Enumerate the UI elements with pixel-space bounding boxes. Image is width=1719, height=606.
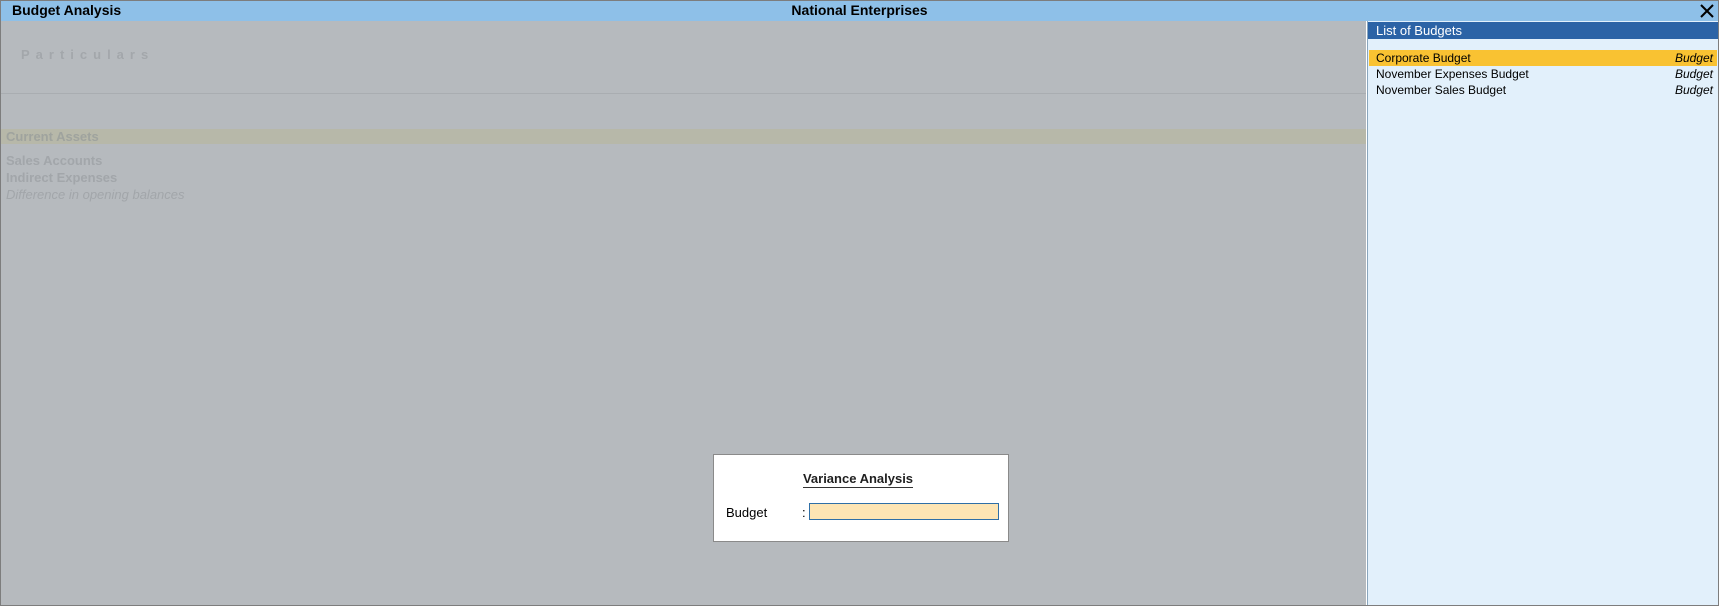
list-item-name: November Expenses Budget [1376, 67, 1529, 81]
report-body: Particulars Current Assets Sales Account… [1, 21, 1366, 605]
column-header-particulars: Particulars [21, 47, 155, 62]
list-item-type: Budget [1674, 67, 1713, 81]
variance-analysis-dialog: Variance Analysis Budget : [713, 454, 1009, 542]
list-item-name: November Sales Budget [1376, 83, 1507, 97]
close-icon[interactable] [1698, 2, 1716, 20]
list-of-budgets-panel: List of Budgets Corporate Budget Budget … [1367, 21, 1718, 605]
budget-input[interactable] [809, 503, 999, 520]
list-item-corporate-budget[interactable]: Corporate Budget Budget [1369, 50, 1717, 66]
list-item-type: Budget [1674, 51, 1713, 65]
app-window: Budget Analysis National Enterprises Par… [0, 0, 1719, 606]
list-item-november-sales-budget[interactable]: November Sales Budget Budget [1369, 82, 1717, 98]
dialog-title-wrap: Variance Analysis [714, 471, 1008, 488]
list-item-november-expenses-budget[interactable]: November Expenses Budget Budget [1369, 66, 1717, 82]
dialog-title: Variance Analysis [802, 471, 914, 488]
budget-separator: : [802, 505, 806, 520]
title-bar: Budget Analysis National Enterprises [1, 1, 1718, 21]
report-row-indirect-expenses[interactable]: Indirect Expenses [1, 170, 1366, 185]
list-panel-title: List of Budgets [1368, 22, 1718, 39]
report-row-opening-difference: Difference in opening balances [6, 187, 185, 202]
report-row-sales-accounts[interactable]: Sales Accounts [1, 153, 1366, 168]
budget-label: Budget [726, 505, 768, 520]
list-item-name: Corporate Budget [1376, 51, 1471, 65]
header-divider [1, 93, 1366, 94]
report-row-current-assets[interactable]: Current Assets [1, 129, 1366, 144]
list-item-type: Budget [1674, 83, 1713, 97]
company-name: National Enterprises [791, 2, 928, 18]
